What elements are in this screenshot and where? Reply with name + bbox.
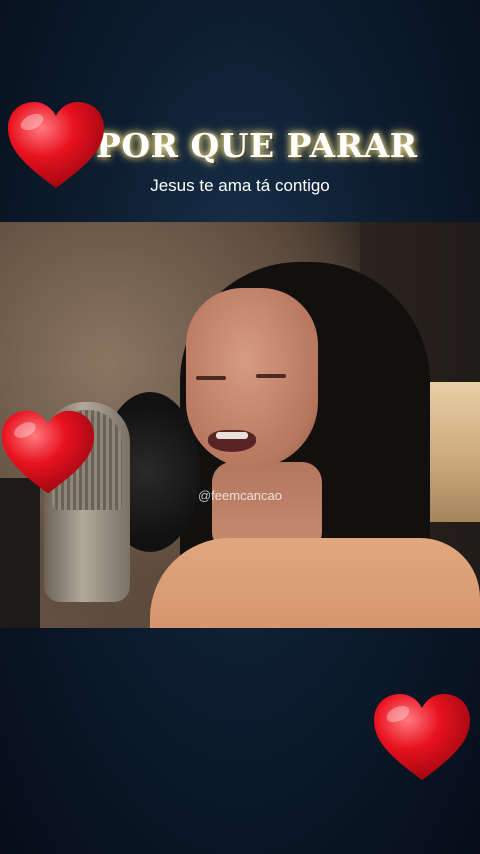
singer-eye-left xyxy=(196,376,226,380)
heart-icon xyxy=(0,408,96,498)
heart-icon xyxy=(6,100,106,192)
heart-icon xyxy=(372,692,472,784)
singer-teeth xyxy=(216,432,248,439)
song-title: POR QUE PARAR xyxy=(96,126,418,165)
singer-dress xyxy=(150,538,480,628)
singer-eye-right xyxy=(256,374,286,378)
